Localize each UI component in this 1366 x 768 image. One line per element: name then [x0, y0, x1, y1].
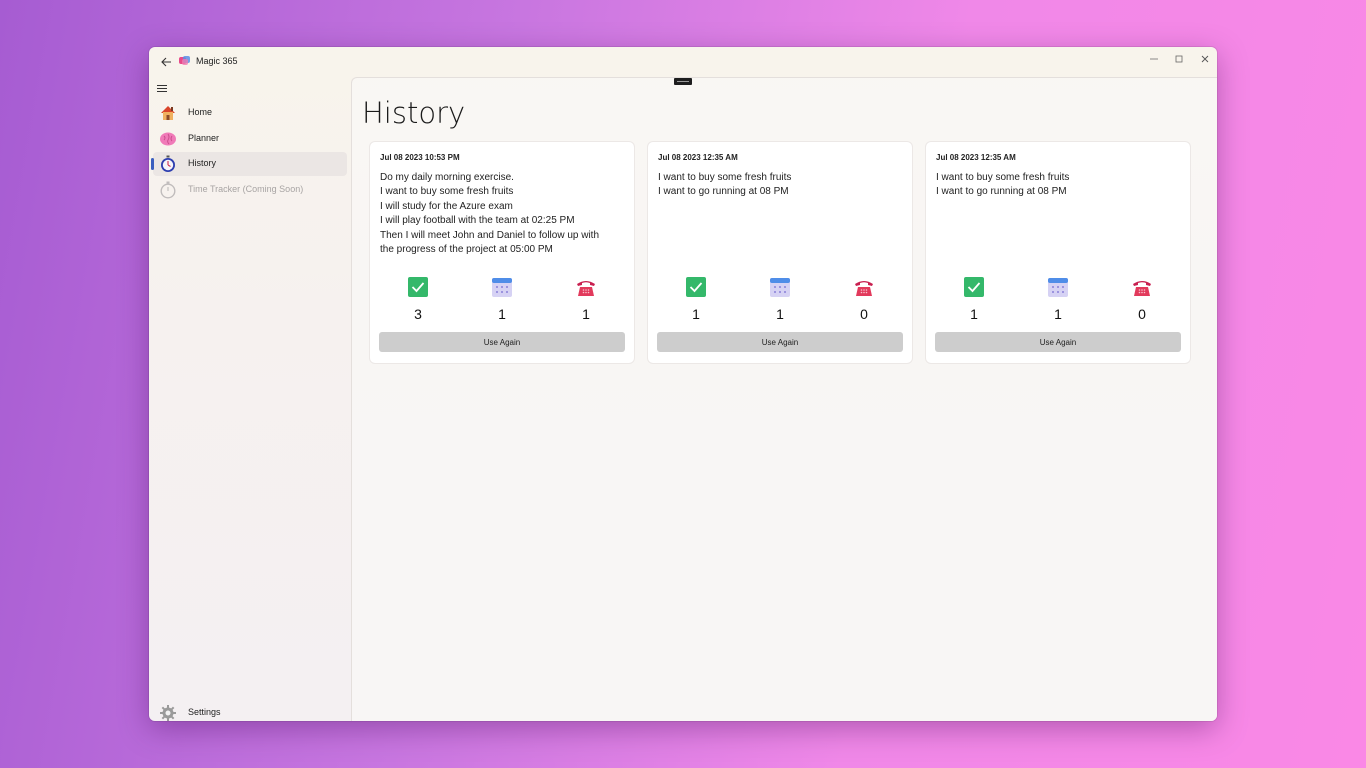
task-count: 1 — [682, 276, 710, 322]
close-button[interactable] — [1193, 49, 1217, 69]
telephone-icon — [855, 281, 873, 296]
history-line: Then I will meet John and Daniel to foll… — [380, 229, 600, 241]
use-again-button[interactable]: Use Again — [935, 332, 1181, 352]
use-again-button[interactable]: Use Again — [657, 332, 903, 352]
call-count: 0 — [850, 276, 878, 322]
active-indicator — [151, 158, 154, 170]
use-again-button[interactable]: Use Again — [379, 332, 625, 352]
call-count-value: 0 — [1138, 306, 1146, 322]
call-count-value: 1 — [582, 306, 590, 322]
event-count: 1 — [766, 276, 794, 322]
checkbox-checked-icon — [964, 277, 984, 297]
page-title: History — [362, 96, 466, 130]
task-count-value: 1 — [692, 306, 700, 322]
history-line: Do my daily morning exercise. — [380, 172, 514, 183]
sidebar-item-label: Home — [188, 107, 213, 117]
arrow-left-icon — [160, 57, 171, 67]
calendar-icon — [492, 278, 512, 297]
sidebar-item-settings[interactable]: Settings — [153, 701, 347, 721]
minimize-icon — [1150, 58, 1158, 60]
sidebar-item-time-tracker: Time Tracker (Coming Soon) — [153, 178, 347, 202]
history-card: Jul 08 2023 10:53 PM Do my daily morning… — [370, 142, 634, 363]
event-count-value: 1 — [498, 306, 506, 322]
checkbox-checked-icon — [408, 277, 428, 297]
sidebar-item-history[interactable]: History — [151, 152, 347, 176]
stopwatch-disabled-icon — [159, 181, 177, 199]
drag-handle[interactable] — [674, 78, 692, 85]
sidebar-item-label: Time Tracker (Coming Soon) — [188, 184, 304, 194]
history-text: I want to buy some fresh fruits I want t… — [658, 171, 902, 200]
history-line: I want to buy some fresh fruits — [936, 172, 1070, 183]
history-date: Jul 08 2023 12:35 AM — [658, 153, 738, 162]
history-line: I want to go running at 08 PM — [658, 186, 789, 198]
event-count-value: 1 — [1054, 306, 1062, 322]
app-title: Magic 365 — [196, 56, 238, 66]
history-line: I want to go running at 08 PM — [936, 186, 1067, 198]
main-content: History Jul 08 2023 10:53 PM Do my daily… — [351, 77, 1217, 721]
event-count: 1 — [1044, 276, 1072, 322]
history-line: I will play football with the team at 02… — [380, 215, 575, 227]
sidebar-item-label: Planner — [188, 133, 220, 143]
sidebar-item-label: Settings — [188, 707, 221, 717]
checkbox-checked-icon — [686, 277, 706, 297]
history-line: I want to buy some fresh fruits — [658, 172, 792, 183]
event-count: 1 — [488, 276, 516, 322]
task-count: 1 — [960, 276, 988, 322]
history-text: I want to buy some fresh fruits I want t… — [936, 171, 1180, 200]
sidebar-item-label: History — [188, 158, 217, 168]
title-bar[interactable]: Magic 365 — [149, 47, 1217, 77]
history-date: Jul 08 2023 12:35 AM — [936, 153, 1016, 162]
history-date: Jul 08 2023 10:53 PM — [380, 153, 460, 162]
calendar-icon — [770, 278, 790, 297]
stopwatch-icon — [159, 155, 177, 173]
back-button[interactable] — [157, 53, 175, 71]
menu-toggle-icon[interactable] — [157, 81, 171, 95]
sidebar-item-home[interactable]: Home — [153, 101, 347, 125]
app-window: Magic 365 Home Planner History Time Trac… — [149, 47, 1217, 721]
history-line: I will study for the Azure exam — [380, 200, 513, 212]
sidebar-item-planner[interactable]: Planner — [153, 127, 347, 151]
app-logo-icon — [179, 56, 190, 65]
sidebar: Home Planner History Time Tracker (Comin… — [149, 77, 351, 721]
history-line: the progress of the project at 05:00 PM — [380, 244, 553, 256]
telephone-icon — [577, 281, 595, 296]
call-count-value: 0 — [860, 306, 868, 322]
gear-icon — [159, 704, 177, 721]
call-count: 1 — [572, 276, 600, 322]
task-count: 3 — [404, 276, 432, 322]
maximize-button[interactable] — [1167, 49, 1191, 69]
close-icon — [1201, 55, 1209, 63]
history-card: Jul 08 2023 12:35 AM I want to buy some … — [648, 142, 912, 363]
house-icon — [159, 104, 177, 122]
calendar-icon — [1048, 278, 1068, 297]
history-line: I want to buy some fresh fruits — [380, 186, 514, 198]
brain-icon — [159, 130, 177, 148]
task-count-value: 1 — [970, 306, 978, 322]
event-count-value: 1 — [776, 306, 784, 322]
call-count: 0 — [1128, 276, 1156, 322]
minimize-button[interactable] — [1142, 49, 1166, 69]
maximize-icon — [1175, 55, 1183, 63]
task-count-value: 3 — [414, 306, 422, 322]
history-card: Jul 08 2023 12:35 AM I want to buy some … — [926, 142, 1190, 363]
history-text: Do my daily morning exercise. I want to … — [380, 171, 624, 257]
telephone-icon — [1133, 281, 1151, 296]
